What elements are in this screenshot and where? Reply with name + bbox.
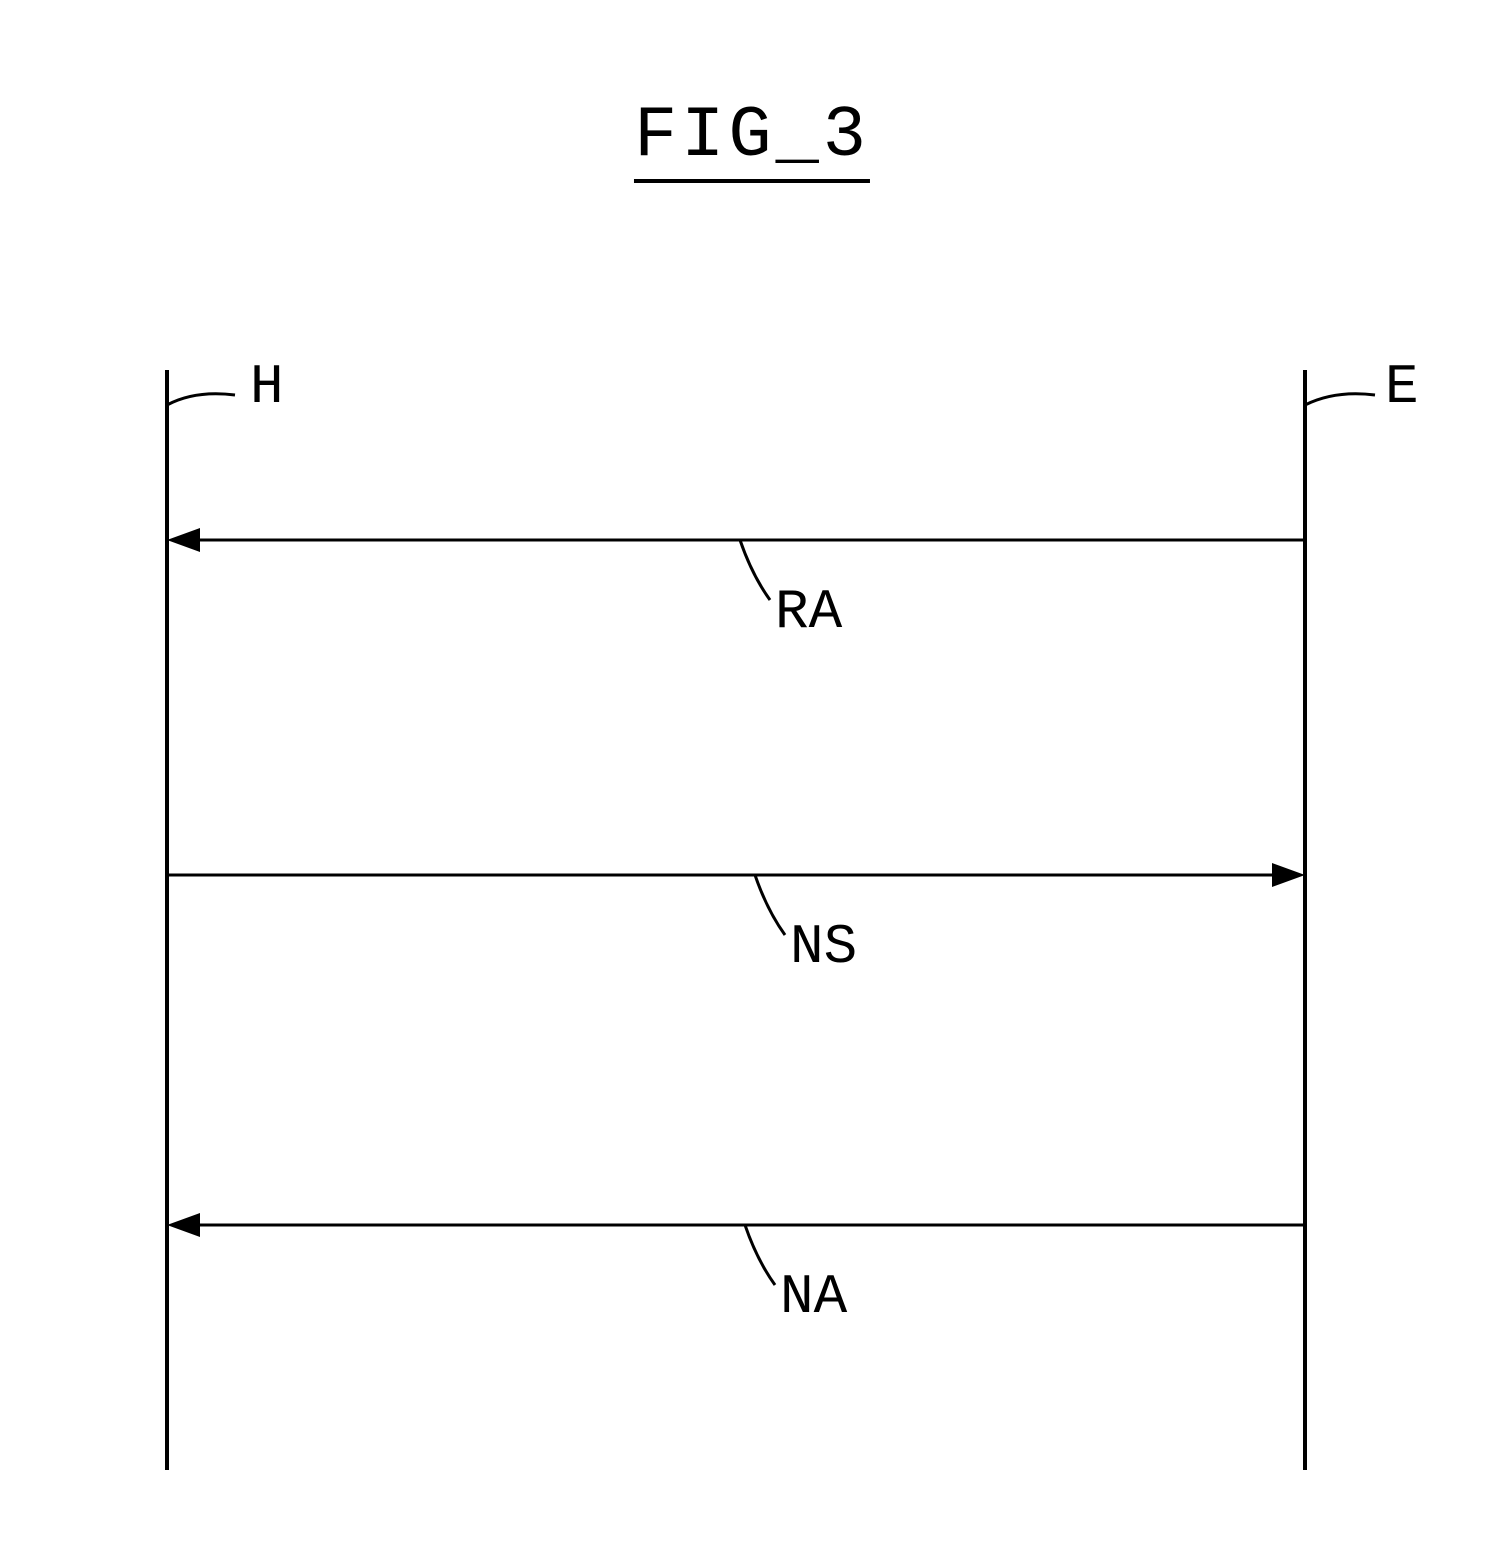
arrow-ns-head — [1272, 863, 1305, 887]
leader-e — [1305, 394, 1375, 405]
arrow-ra-head — [167, 528, 200, 552]
message-ns-label: NS — [790, 915, 857, 979]
leader-ns — [755, 875, 785, 935]
lifeline-h-label: H — [250, 355, 284, 419]
figure-title: FIG_3 — [634, 95, 870, 183]
leader-ra — [740, 540, 770, 600]
lifeline-e-label: E — [1385, 355, 1419, 419]
leader-h — [167, 394, 235, 405]
arrow-na-head — [167, 1213, 200, 1237]
message-na-label: NA — [780, 1265, 847, 1329]
sequence-diagram — [0, 0, 1504, 1541]
message-ra-label: RA — [775, 580, 842, 644]
leader-na — [745, 1225, 775, 1285]
